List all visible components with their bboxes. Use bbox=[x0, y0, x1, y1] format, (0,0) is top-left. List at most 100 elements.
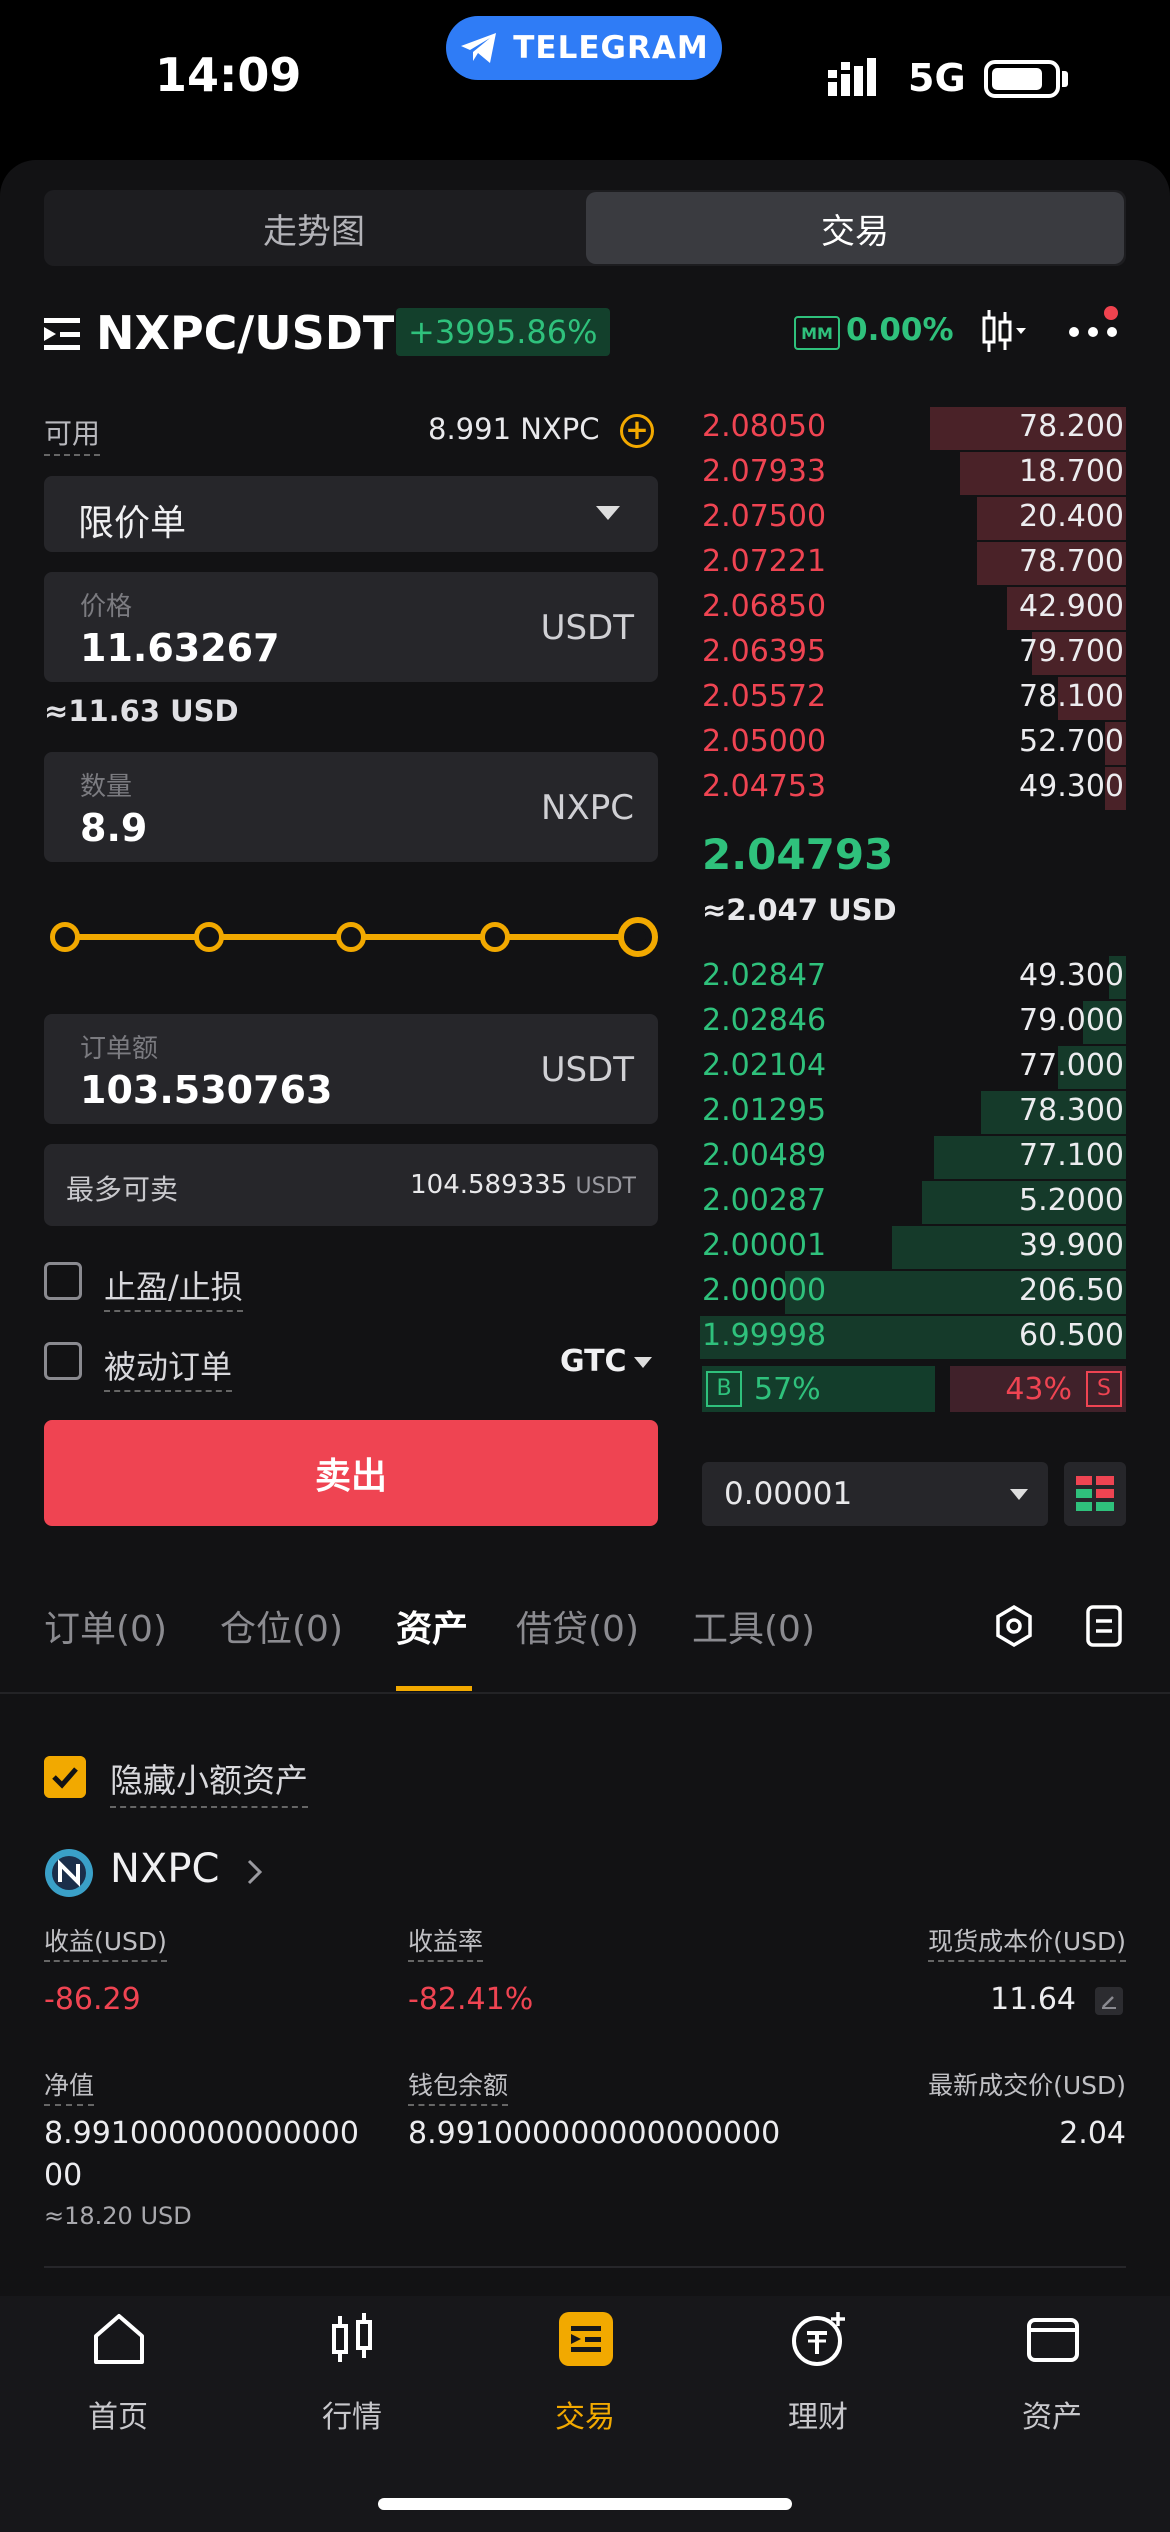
signal-icon bbox=[828, 58, 876, 96]
tpsl-checkbox[interactable] bbox=[44, 1262, 82, 1300]
network-type: 5G bbox=[908, 56, 966, 100]
settings-icon[interactable] bbox=[992, 1604, 1036, 1648]
ask-quantity: 78.100 bbox=[1019, 679, 1124, 714]
hide-small-assets-label[interactable]: 隐藏小额资产 bbox=[110, 1754, 308, 1808]
tab-loans[interactable]: 借贷(0) bbox=[516, 1600, 639, 1652]
earn-icon bbox=[792, 2312, 845, 2366]
mm-icon[interactable]: MM bbox=[794, 316, 840, 350]
bid-price: 2.02104 bbox=[702, 1048, 827, 1083]
net-value-usd: ≈18.20 USD bbox=[44, 2202, 192, 2230]
bid-row[interactable]: 2.00287 5.2000 bbox=[700, 1179, 1126, 1224]
order-amount-value: 103.530763 bbox=[80, 1068, 333, 1112]
battery-icon bbox=[984, 60, 1060, 98]
active-tab-underline bbox=[396, 1686, 472, 1691]
ask-row[interactable]: 2.06850 42.900 bbox=[700, 585, 1126, 630]
bid-quantity: 77.100 bbox=[1019, 1138, 1124, 1173]
ask-price: 2.08050 bbox=[702, 409, 827, 444]
status-time: 14:09 bbox=[155, 48, 302, 102]
hide-small-assets-checkbox[interactable] bbox=[44, 1756, 86, 1798]
wallet-balance-value: 8.991000000000000000 bbox=[408, 2116, 781, 2151]
pair-menu-icon[interactable] bbox=[44, 318, 80, 350]
wallet-balance-label: 钱包余额 bbox=[408, 2066, 509, 2106]
bid-row[interactable]: 2.02847 49.300 bbox=[700, 954, 1126, 999]
order-type-value: 限价单 bbox=[78, 503, 187, 544]
tab-positions[interactable]: 仓位(0) bbox=[220, 1600, 343, 1652]
document-icon[interactable] bbox=[1084, 1604, 1124, 1648]
nav-home[interactable]: 首页 bbox=[38, 2310, 198, 2440]
available-label: 可用 bbox=[44, 412, 101, 456]
nxpc-coin-icon bbox=[45, 1849, 93, 1897]
bid-price: 2.00001 bbox=[702, 1228, 827, 1263]
nav-trade[interactable]: 交易 bbox=[505, 2310, 665, 2440]
more-icon[interactable] bbox=[1068, 322, 1118, 342]
add-funds-icon[interactable]: + bbox=[620, 414, 654, 448]
slider-stop-50[interactable] bbox=[336, 922, 366, 952]
nav-earn[interactable]: 理财 bbox=[738, 2310, 898, 2440]
net-value-line1: 8.991000000000000 bbox=[44, 2116, 359, 2151]
mm-value[interactable]: 0.00% bbox=[846, 312, 954, 348]
ask-row[interactable]: 2.07500 20.400 bbox=[700, 495, 1126, 540]
tab-orders[interactable]: 订单(0) bbox=[44, 1600, 167, 1652]
position-tabs: 订单(0) 仓位(0) 资产 借贷(0) 工具(0) bbox=[44, 1600, 844, 1660]
last-trade-price-value: 2.04 bbox=[1059, 2116, 1126, 2151]
bid-quantity: 77.000 bbox=[1019, 1048, 1124, 1083]
bid-row[interactable]: 1.99998 60.500 bbox=[700, 1314, 1126, 1359]
assets-divider bbox=[44, 2266, 1126, 2268]
order-amount-input[interactable]: 订单额 103.530763 USDT bbox=[44, 1014, 658, 1124]
ask-row[interactable]: 2.08050 78.200 bbox=[700, 405, 1126, 450]
coin-name[interactable]: NXPC bbox=[110, 1846, 219, 1892]
slider-stop-75[interactable] bbox=[480, 922, 510, 952]
bid-price: 1.99998 bbox=[702, 1318, 827, 1353]
quantity-input[interactable]: 数量 8.9 NXPC bbox=[44, 752, 658, 862]
edit-icon[interactable] bbox=[1094, 1986, 1124, 2016]
ask-quantity: 49.300 bbox=[1019, 769, 1124, 804]
tpsl-label[interactable]: 止盈/止损 bbox=[104, 1262, 243, 1312]
tab-assets[interactable]: 资产 bbox=[396, 1600, 468, 1652]
price-input[interactable]: 价格 11.63267 USDT bbox=[44, 572, 658, 682]
bid-row[interactable]: 2.02104 77.000 bbox=[700, 1044, 1126, 1089]
ask-quantity: 78.200 bbox=[1019, 409, 1124, 444]
ask-row[interactable]: 2.04753 49.300 bbox=[700, 765, 1126, 810]
tab-trade[interactable]: 交易 bbox=[586, 192, 1124, 264]
order-type-select[interactable]: 限价单 bbox=[44, 476, 658, 552]
telegram-pill[interactable]: TELEGRAM bbox=[446, 16, 722, 80]
ask-row[interactable]: 2.06395 79.700 bbox=[700, 630, 1126, 675]
tab-tools[interactable]: 工具(0) bbox=[692, 1600, 815, 1652]
ask-row[interactable]: 2.07933 18.700 bbox=[700, 450, 1126, 495]
bid-price: 2.00000 bbox=[702, 1273, 827, 1308]
bid-row[interactable]: 2.00000 206.50 bbox=[700, 1269, 1126, 1314]
order-amount-unit: USDT bbox=[540, 1050, 634, 1090]
bid-row[interactable]: 2.00489 77.100 bbox=[700, 1134, 1126, 1179]
trade-icon bbox=[559, 2312, 613, 2366]
orderbook-layout-icon[interactable] bbox=[1064, 1462, 1126, 1526]
order-amount-label: 订单额 bbox=[80, 1034, 159, 1064]
cost-price-value: 11.64 bbox=[990, 1982, 1076, 2017]
chevron-right-icon[interactable] bbox=[246, 1858, 264, 1886]
telegram-label: TELEGRAM bbox=[513, 30, 709, 66]
slider-handle[interactable] bbox=[618, 917, 658, 957]
pnl-rate-label: 收益率 bbox=[408, 1922, 484, 1962]
pair-symbol[interactable]: NXPC/USDT bbox=[96, 306, 394, 360]
tab-chart[interactable]: 走势图 bbox=[44, 190, 584, 266]
bid-row[interactable]: 2.00001 39.900 bbox=[700, 1224, 1126, 1269]
max-sell-label: 最多可卖 bbox=[66, 1173, 179, 1206]
ask-quantity: 42.900 bbox=[1019, 589, 1124, 624]
nav-markets[interactable]: 行情 bbox=[272, 2310, 432, 2440]
bid-quantity: 79.000 bbox=[1019, 1003, 1124, 1038]
nav-home-label: 首页 bbox=[88, 2400, 148, 2435]
nav-assets[interactable]: 资产 bbox=[972, 2310, 1132, 2440]
slider-stop-0[interactable] bbox=[50, 922, 80, 952]
bid-row[interactable]: 2.01295 78.300 bbox=[700, 1089, 1126, 1134]
ask-row[interactable]: 2.05572 78.100 bbox=[700, 675, 1126, 720]
passive-order-checkbox[interactable] bbox=[44, 1342, 82, 1380]
ask-row[interactable]: 2.07221 78.700 bbox=[700, 540, 1126, 585]
sell-button[interactable]: 卖出 bbox=[44, 1420, 658, 1526]
precision-select[interactable]: 0.00001 bbox=[702, 1462, 1048, 1526]
passive-order-label[interactable]: 被动订单 bbox=[104, 1342, 233, 1392]
candlestick-icon[interactable] bbox=[978, 306, 1028, 356]
slider-stop-25[interactable] bbox=[194, 922, 224, 952]
time-in-force-select[interactable]: GTC bbox=[560, 1344, 627, 1379]
price-label: 价格 bbox=[80, 592, 133, 622]
bid-row[interactable]: 2.02846 79.000 bbox=[700, 999, 1126, 1044]
ask-row[interactable]: 2.05000 52.700 bbox=[700, 720, 1126, 765]
